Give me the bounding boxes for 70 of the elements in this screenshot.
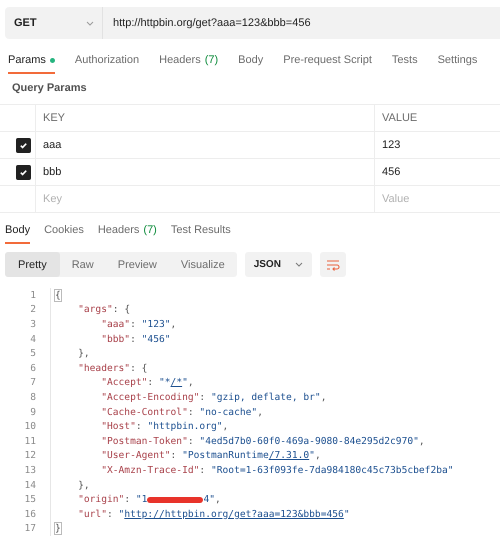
code-line: "Postman-Token": "4ed5d7b0-60f0-469a-9080-84e295d2c970", (50, 434, 425, 449)
request-tab[interactable]: Pre-request Script (283, 49, 372, 74)
response-tab[interactable]: Test Results (170, 219, 231, 244)
line-number: 16 (23, 508, 37, 520)
checkbox[interactable] (16, 164, 31, 180)
table-cell: bbb (35, 159, 374, 186)
response-tab[interactable]: Headers (7) (98, 219, 157, 244)
checkbox[interactable] (16, 138, 31, 152)
line-number: 9 (29, 406, 37, 418)
code-line: }, (50, 478, 90, 492)
line-number: 6 (29, 362, 37, 374)
code-line: "aaa": "123", (50, 317, 176, 332)
line-number: 13 (23, 464, 37, 476)
redaction-mark (147, 496, 204, 503)
code-line: "Accept-Encoding": "gzip, deflate, br", (50, 390, 326, 405)
key-input[interactable]: Key (43, 193, 374, 205)
line-number: 15 (23, 494, 37, 506)
code-line: { (50, 288, 61, 303)
line-number: 14 (23, 480, 37, 491)
checkmark-icon (19, 168, 28, 176)
format-dropdown[interactable]: JSON (244, 252, 312, 277)
view-mode-button[interactable]: Visualize (168, 252, 237, 277)
request-tab[interactable]: Headers (7) (159, 49, 218, 74)
view-mode-button[interactable]: Raw (60, 252, 106, 277)
code-line: "headers": { (50, 360, 148, 376)
code-line: "X-Amzn-Trace-Id": "Root=1-63f093fe-7da984180c45c73b5cbef2ba" (50, 463, 454, 478)
column-header: VALUE (374, 105, 500, 132)
method-dropdown[interactable]: GET (5, 7, 103, 39)
code-line: } (50, 522, 61, 536)
code-line: }, (50, 346, 90, 361)
line-number: 12 (23, 450, 37, 462)
line-number: 5 (29, 348, 37, 360)
response-tab[interactable]: Cookies (44, 219, 84, 244)
response-tab[interactable]: Body (5, 219, 30, 244)
line-number: 7 (29, 377, 37, 388)
table-cell: aaa (35, 132, 374, 159)
line-number: 8 (29, 392, 37, 403)
line-number: 4 (29, 334, 37, 345)
code-line: "Accept": "*/*", (50, 376, 194, 390)
code-line: "Host": "httpbin.org", (50, 419, 228, 434)
chevron-icon (294, 262, 303, 267)
code-line: "url": "http://httpbin.org/get?aaa=123&bbb=456" (50, 506, 350, 522)
view-mode-button[interactable]: Pretty (5, 252, 60, 277)
table-cell: 456 (374, 159, 500, 186)
line-number: 1 (29, 290, 37, 301)
request-tab[interactable]: Body (238, 49, 264, 74)
chevron-icon (86, 20, 94, 26)
request-tab[interactable]: Tests (392, 49, 418, 74)
url-field[interactable]: http://httpbin.org/get?aaa=123&bbb=456 (103, 7, 500, 39)
code-line: "bbb": "456" (50, 332, 171, 346)
column-header: KEY (35, 105, 374, 132)
wrap-button[interactable] (320, 252, 346, 277)
value-input[interactable]: Value (382, 193, 500, 205)
line-number: 17 (23, 523, 37, 534)
code-line: "origin": "1 4", (50, 492, 221, 507)
code-line: "args": { (50, 302, 130, 318)
view-mode-button[interactable]: Preview (106, 252, 169, 277)
line-number: 11 (23, 436, 37, 447)
section-title: Query Params (11, 81, 88, 96)
code-line: "User-Agent": "PostmanRuntime/7.31.0", (50, 448, 321, 464)
wrap-lines-icon (326, 258, 340, 270)
checkmark-icon (19, 140, 28, 150)
line-number: 2 (29, 304, 37, 316)
code-line: "Cache-Control": "no-cache", (50, 404, 263, 420)
request-tab[interactable]: Authorization (74, 49, 140, 74)
table-cell: 123 (374, 132, 500, 159)
line-number: 3 (29, 318, 37, 330)
request-tab[interactable]: Settings (438, 49, 478, 74)
request-tab[interactable]: Params (8, 49, 55, 74)
line-number: 10 (23, 421, 37, 432)
